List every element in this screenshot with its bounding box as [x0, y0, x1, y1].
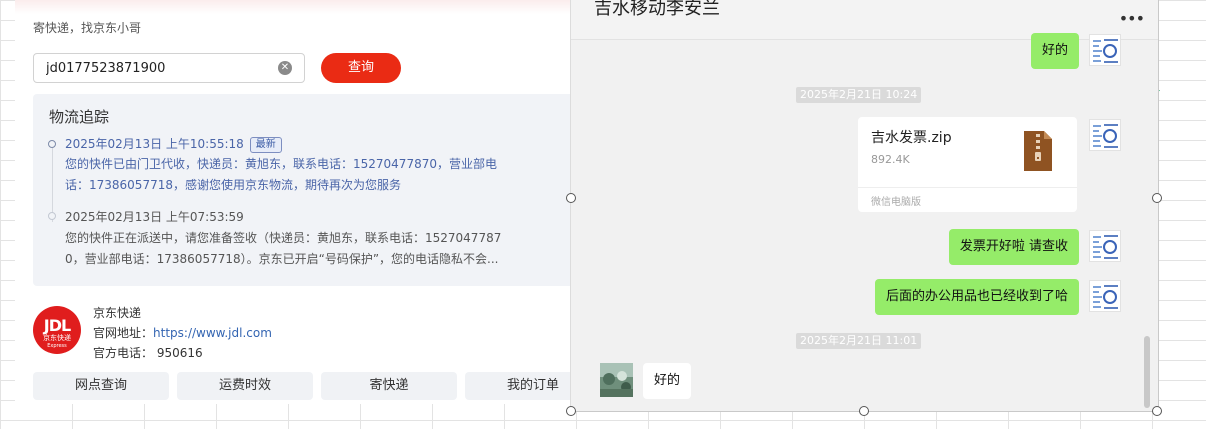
timeline-dot — [48, 140, 56, 148]
time-divider: 2025年2月21日 10:24 — [796, 87, 922, 103]
jdl-logo: JDL 京东快递 Express — [33, 306, 81, 354]
tracking-event-detail: 您的快件已由门卫代收，快递员：黄旭东，联系电话：15270477870，营业部电… — [65, 154, 567, 196]
detail-line: 您的快件已由门卫代收，快递员：黄旭东，联系电话：15270477870，营业部电 — [65, 157, 497, 171]
chat-messages: 好的 2025年2月21日 10:24 吉水发票.zip 892.4K 微信电脑… — [571, 33, 1158, 411]
my-message-bubble[interactable]: 发票开好啦 请查收 — [948, 229, 1079, 265]
detail-line: 话：17386057718，感谢您使用京东物流，期待再次为您服务 — [65, 178, 401, 192]
resize-handle[interactable] — [1152, 406, 1162, 416]
tab-my-orders[interactable]: 我的订单 — [465, 372, 575, 400]
more-icon[interactable]: ••• — [1119, 9, 1145, 28]
resize-handle[interactable] — [566, 406, 576, 416]
file-card-divider — [858, 187, 1077, 188]
company-info: 京东快递 官网地址：https://www.jdl.com 官方电话： 9506… — [93, 303, 272, 363]
tracking-title: 物流追踪 — [49, 108, 110, 126]
resize-handle[interactable] — [859, 406, 869, 416]
zip-file-icon — [1022, 131, 1054, 175]
tracking-event-time: 2025年02月13日 上午07:53:59 — [65, 210, 244, 224]
tab-send-express[interactable]: 寄快递 — [321, 372, 457, 400]
resize-handle[interactable] — [1152, 193, 1162, 203]
timeline-dot — [48, 212, 56, 220]
resize-handle[interactable] — [566, 193, 576, 203]
my-avatar[interactable] — [1089, 280, 1121, 312]
chat-title: 吉水移动李安兰 — [594, 0, 720, 19]
file-size: 892.4K — [871, 153, 910, 166]
tab-freight-time[interactable]: 运费时效 — [177, 372, 313, 400]
file-message-card[interactable]: 吉水发票.zip 892.4K 微信电脑版 — [858, 117, 1077, 212]
tracking-card: 物流追踪 2025年02月13日 上午10:55:18 最新 您的快件已由门卫代收… — [33, 94, 575, 286]
detail-line: 您的快件正在派送中，请您准备签收（快递员：黄旭东，联系电话：1527047787 — [65, 231, 502, 245]
my-message-bubble[interactable]: 后面的办公用品也已经收到了哈 — [874, 279, 1079, 315]
query-button[interactable]: 查询 — [321, 53, 401, 83]
tracking-number-input[interactable] — [46, 54, 266, 82]
my-avatar[interactable] — [1089, 119, 1121, 151]
chat-scrollbar[interactable] — [1144, 336, 1150, 408]
clear-icon[interactable]: ✕ — [278, 61, 292, 75]
contact-avatar[interactable] — [600, 363, 633, 397]
header-shade — [15, 0, 575, 14]
chat-window: 吉水移动李安兰 ••• 好的 2025年2月21日 10:24 吉水发票.zip… — [570, 0, 1159, 412]
website-link[interactable]: https://www.jdl.com — [153, 326, 272, 340]
company-website: 官网地址：https://www.jdl.com — [93, 326, 272, 340]
timeline-line — [52, 142, 53, 222]
express-panel: 寄快递，找京东小哥 ✕ 查询 物流追踪 2025年02月13日 上午10:55:… — [15, 0, 575, 404]
company-name: 京东快递 — [93, 306, 142, 320]
phone-number: 950616 — [156, 346, 203, 360]
tracking-event-detail: 您的快件正在派送中，请您准备签收（快递员：黄旭东，联系电话：1527047787… — [65, 228, 567, 270]
event-time-text: 2025年02月13日 上午10:55:18 — [65, 137, 244, 151]
express-tagline: 寄快递，找京东小哥 — [33, 21, 142, 35]
company-phone: 官方电话： 950616 — [93, 346, 203, 360]
time-divider: 2025年2月21日 11:01 — [796, 333, 922, 349]
my-message-bubble[interactable]: 好的 — [1030, 33, 1079, 69]
tracking-event-time: 2025年02月13日 上午10:55:18 最新 — [65, 135, 282, 153]
tab-outlet-query[interactable]: 网点查询 — [33, 372, 169, 400]
detail-line: 0，营业部电话：17386057718）。京东已开启“号码保护”，您的电话隐私不… — [65, 252, 499, 266]
latest-badge: 最新 — [249, 137, 282, 153]
contact-message-bubble[interactable]: 好的 — [643, 363, 692, 399]
file-name: 吉水发票.zip — [871, 130, 952, 146]
file-source: 微信电脑版 — [871, 197, 921, 208]
tracking-search-box[interactable]: ✕ — [33, 53, 305, 83]
my-avatar[interactable] — [1089, 230, 1121, 262]
my-avatar[interactable] — [1089, 34, 1121, 66]
